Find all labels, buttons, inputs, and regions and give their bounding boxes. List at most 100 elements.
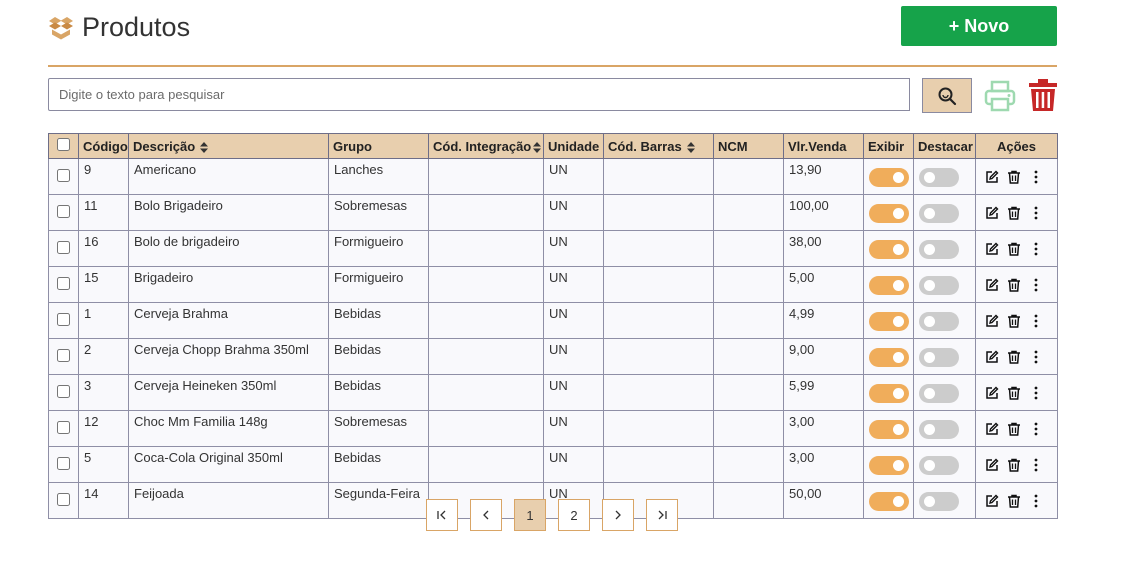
delete-icon[interactable] [1007, 494, 1021, 508]
col-unidade[interactable]: Unidade [543, 133, 604, 159]
destacar-toggle[interactable] [919, 312, 959, 331]
edit-icon[interactable] [985, 170, 999, 184]
row-checkbox[interactable] [57, 384, 70, 398]
more-icon[interactable] [1029, 422, 1043, 436]
row-checkbox[interactable] [57, 204, 70, 218]
exibir-toggle[interactable] [869, 492, 909, 511]
row-select-cell [48, 158, 79, 195]
edit-icon[interactable] [985, 278, 999, 292]
delete-icon[interactable] [1007, 350, 1021, 364]
cell-codigo: 9 [78, 158, 129, 195]
delete-icon[interactable] [1007, 386, 1021, 400]
last-page-button[interactable] [646, 499, 678, 531]
row-checkbox[interactable] [57, 240, 70, 254]
destacar-toggle[interactable] [919, 204, 959, 223]
exibir-toggle[interactable] [869, 204, 909, 223]
edit-icon[interactable] [985, 494, 999, 508]
exibir-toggle[interactable] [869, 276, 909, 295]
more-icon[interactable] [1029, 350, 1043, 364]
exibir-toggle[interactable] [869, 420, 909, 439]
row-checkbox[interactable] [57, 276, 70, 290]
exibir-toggle[interactable] [869, 312, 909, 331]
more-icon[interactable] [1029, 206, 1043, 220]
col-destacar[interactable]: Destacar [913, 133, 976, 159]
toggle-knob [924, 172, 935, 183]
row-checkbox[interactable] [57, 420, 70, 434]
page-1-button[interactable]: 1 [514, 499, 546, 531]
col-exibir[interactable]: Exibir [863, 133, 914, 159]
exibir-toggle[interactable] [869, 348, 909, 367]
destacar-toggle[interactable] [919, 240, 959, 259]
select-all-checkbox[interactable] [57, 138, 70, 151]
col-integracao[interactable]: Cód. Integração [428, 133, 544, 159]
destacar-toggle[interactable] [919, 456, 959, 475]
cell-barras [603, 410, 714, 447]
search-button[interactable] [922, 78, 972, 113]
destacar-toggle[interactable] [919, 276, 959, 295]
exibir-toggle[interactable] [869, 168, 909, 187]
cell-barras [603, 338, 714, 375]
destacar-toggle[interactable] [919, 492, 959, 511]
cell-descricao: Cerveja Brahma [128, 302, 329, 339]
edit-icon[interactable] [985, 350, 999, 364]
row-checkbox[interactable] [57, 492, 70, 506]
row-checkbox[interactable] [57, 168, 70, 182]
more-icon[interactable] [1029, 494, 1043, 508]
print-icon[interactable] [984, 80, 1016, 112]
page-2-button[interactable]: 2 [558, 499, 590, 531]
col-barras[interactable]: Cód. Barras [603, 133, 714, 159]
cell-integracao [428, 194, 544, 231]
delete-icon[interactable] [1007, 242, 1021, 256]
edit-icon[interactable] [985, 422, 999, 436]
trash-icon[interactable] [1028, 78, 1058, 112]
prev-page-button[interactable] [470, 499, 502, 531]
destacar-toggle[interactable] [919, 168, 959, 187]
edit-icon[interactable] [985, 458, 999, 472]
more-icon[interactable] [1029, 314, 1043, 328]
cell-valor: 38,00 [783, 230, 864, 267]
row-checkbox[interactable] [57, 312, 70, 326]
destacar-toggle[interactable] [919, 384, 959, 403]
row-actions [981, 278, 1052, 292]
toggle-knob [893, 460, 904, 471]
delete-icon[interactable] [1007, 314, 1021, 328]
next-page-button[interactable] [602, 499, 634, 531]
new-product-button[interactable]: + Novo [901, 6, 1057, 46]
more-icon[interactable] [1029, 386, 1043, 400]
first-page-icon [437, 510, 446, 520]
col-descricao[interactable]: Descrição [128, 133, 329, 159]
more-icon[interactable] [1029, 458, 1043, 472]
col-grupo[interactable]: Grupo [328, 133, 429, 159]
table-row: 16 Bolo de brigadeiro Formigueiro UN 38,… [48, 230, 1058, 267]
row-checkbox[interactable] [57, 456, 70, 470]
col-valor[interactable]: Vlr.Venda [783, 133, 864, 159]
more-icon[interactable] [1029, 278, 1043, 292]
cell-exibir [863, 410, 914, 447]
delete-icon[interactable] [1007, 278, 1021, 292]
delete-icon[interactable] [1007, 170, 1021, 184]
more-icon[interactable] [1029, 242, 1043, 256]
delete-icon[interactable] [1007, 458, 1021, 472]
edit-icon[interactable] [985, 206, 999, 220]
delete-icon[interactable] [1007, 206, 1021, 220]
more-icon[interactable] [1029, 170, 1043, 184]
exibir-toggle[interactable] [869, 456, 909, 475]
exibir-toggle[interactable] [869, 240, 909, 259]
destacar-toggle[interactable] [919, 348, 959, 367]
cell-integracao [428, 338, 544, 375]
destacar-toggle[interactable] [919, 420, 959, 439]
cell-codigo: 3 [78, 374, 129, 411]
table-row: 2 Cerveja Chopp Brahma 350ml Bebidas UN … [48, 338, 1058, 375]
row-checkbox[interactable] [57, 348, 70, 362]
exibir-toggle[interactable] [869, 384, 909, 403]
edit-icon[interactable] [985, 314, 999, 328]
search-input[interactable] [48, 78, 910, 111]
toggle-knob [893, 316, 904, 327]
delete-icon[interactable] [1007, 422, 1021, 436]
first-page-button[interactable] [426, 499, 458, 531]
edit-icon[interactable] [985, 242, 999, 256]
edit-icon[interactable] [985, 386, 999, 400]
col-ncm[interactable]: NCM [713, 133, 784, 159]
table-row: 3 Cerveja Heineken 350ml Bebidas UN 5,99 [48, 374, 1058, 411]
col-codigo[interactable]: Código [78, 133, 129, 159]
